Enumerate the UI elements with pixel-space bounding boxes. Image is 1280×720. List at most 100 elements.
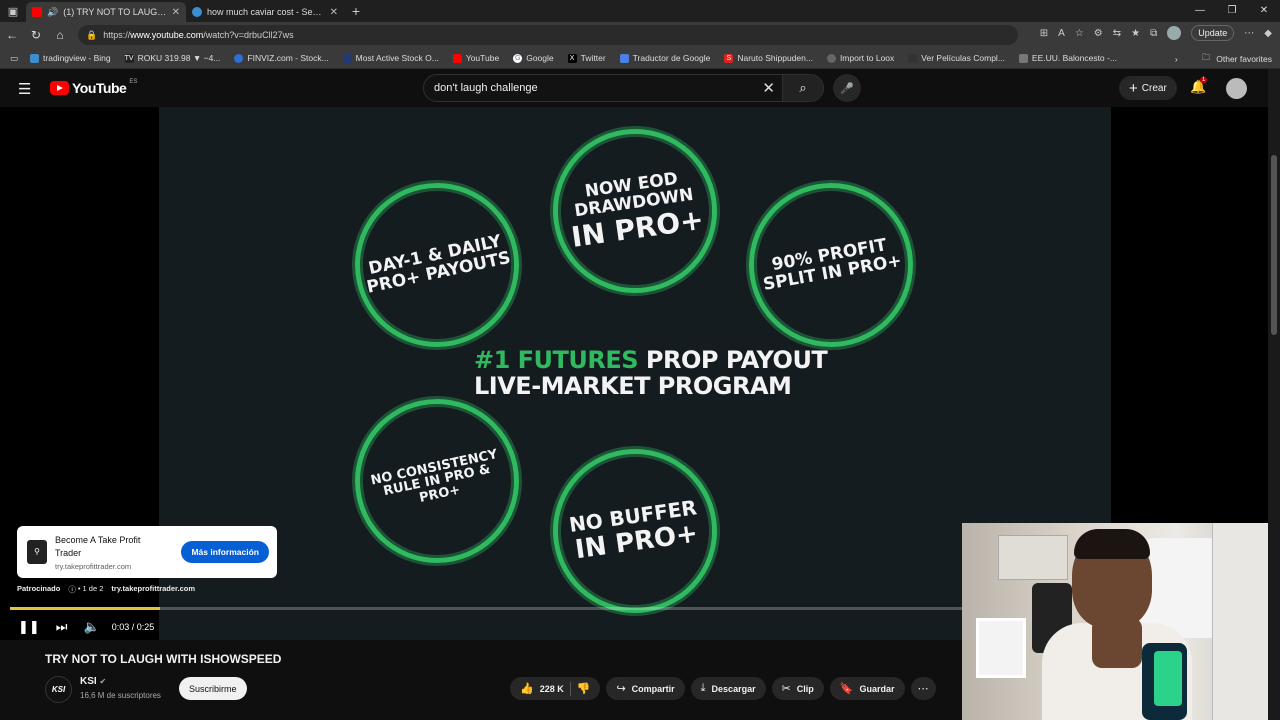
bookmark-naruto[interactable]: S Naruto Shippuden... (724, 53, 813, 63)
collections-icon[interactable]: ⧉ (1150, 28, 1157, 39)
search-icon: ⌕ (799, 80, 807, 95)
like-count[interactable]: 228 K (540, 684, 564, 694)
bookmark-peliculas[interactable]: Ver Películas Compl... (908, 53, 1005, 63)
bookmark-youtube[interactable]: YouTube (452, 53, 499, 63)
bookmark-most-active[interactable]: Most Active Stock O... (342, 53, 439, 63)
wall-frame (976, 618, 1026, 678)
apps-icon[interactable]: ⊞ (1040, 28, 1048, 39)
toolbar-icons: ⊞ A ☆ ⚙ ⇆ ★ ⧉ Update ⋯ ◆ (1040, 25, 1272, 41)
bookmarks-bar: ▭ tradingview - Bing TV ROKU 319.98 ▼ −4.… (0, 48, 1280, 69)
close-tab-icon[interactable]: ✕ (172, 7, 180, 18)
next-icon[interactable]: ⏭ (56, 619, 68, 635)
new-tab-button[interactable]: + (344, 3, 368, 19)
scroll-thumb[interactable] (1271, 155, 1277, 335)
other-favorites[interactable]: Other favorites (1216, 54, 1272, 64)
ad-meta-url[interactable]: try.takeprofittrader.com (111, 584, 195, 595)
pause-icon[interactable]: ❚❚ (18, 619, 40, 635)
tab-youtube[interactable]: 🔊 (1) TRY NOT TO LAUGH WITH ISHOWSPEED ✕ (26, 2, 186, 22)
search-favicon-icon (192, 7, 202, 17)
copilot-icon[interactable]: ◆ (1264, 28, 1272, 39)
ad-card[interactable]: ⚲ Become A Take Profit Trader try.takepr… (17, 526, 277, 578)
page-scrollbar[interactable] (1268, 69, 1280, 720)
phone-screen (1154, 651, 1182, 706)
scissors-icon: ✂ (781, 683, 791, 695)
extensions-icon[interactable]: ⚙ (1094, 28, 1103, 39)
close-window-icon[interactable]: ✕ (1248, 0, 1280, 22)
bing-icon (30, 53, 40, 63)
share-button[interactable]: ↪ Compartir (606, 677, 685, 700)
bookmark-google[interactable]: G Google (513, 53, 554, 63)
ad-more-info-button[interactable]: Más información (181, 541, 269, 563)
home-icon[interactable]: ⌂ (48, 28, 72, 42)
more-horizontal-icon: ⋯ (917, 683, 929, 695)
tab-title: (1) TRY NOT TO LAUGH WITH ISHOWSPEED (63, 7, 166, 17)
youtube-favicon-icon (32, 7, 42, 17)
volume-icon[interactable]: 🔈 (84, 619, 100, 635)
tab-search[interactable]: how much caviar cost - Search ✕ (186, 2, 344, 22)
dislike-icon[interactable]: 👎 (577, 682, 591, 695)
like-icon[interactable]: 👍 (520, 682, 534, 695)
read-aloud-icon[interactable]: A (1058, 28, 1065, 39)
translate-icon (619, 53, 629, 63)
tab-actions-icon[interactable]: ▣ (0, 0, 26, 22)
tradingview-icon: TV (124, 53, 134, 63)
account-avatar[interactable] (1226, 78, 1247, 99)
url-bar[interactable]: 🔒 https://www.youtube.com/watch?v=drbuCl… (78, 25, 1018, 45)
info-icon[interactable]: ⓘ (68, 584, 76, 595)
clip-button[interactable]: ✂ Clip (771, 677, 824, 700)
minimize-icon[interactable]: — (1184, 0, 1216, 22)
movie-icon (908, 53, 918, 63)
download-button[interactable]: ⤓ Descargar (690, 677, 766, 700)
channel-avatar[interactable]: KSI (45, 676, 72, 703)
more-icon[interactable]: ⋯ (1244, 28, 1254, 39)
bookmark-finviz[interactable]: FINVIZ.com - Stock... (234, 53, 329, 63)
search-query: don't laugh challenge (434, 82, 538, 94)
google-icon: G (513, 53, 523, 63)
globe-icon (826, 53, 836, 63)
bookmark-baloncesto[interactable]: EE.UU. Baloncesto -... (1018, 53, 1117, 63)
search-button[interactable]: ⌕ (782, 74, 824, 102)
clear-search-icon[interactable]: ✕ (762, 79, 775, 97)
menu-icon[interactable]: ☰ (18, 80, 31, 98)
bookmark-roku[interactable]: TV ROKU 319.98 ▼ −4... (124, 53, 220, 63)
bookmark-bar-icon[interactable]: ▭ (10, 53, 18, 64)
region-code: ES (129, 79, 138, 85)
stamp-eod-drawdown: NOW EOD DRAWDOWN IN PRO+ (542, 118, 728, 304)
maximize-icon[interactable]: ❐ (1216, 0, 1248, 22)
share-icon: ↪ (616, 683, 626, 695)
bookmark-twitter[interactable]: X Twitter (567, 53, 606, 63)
audio-icon[interactable]: 🔊 (47, 7, 58, 18)
favorites-icon[interactable]: ★ (1131, 28, 1140, 39)
video-actions: 👍 228 K 👎 ↪ Compartir ⤓ Descargar ✂ Clip… (510, 677, 936, 700)
sponsored-label: Patrocinado (17, 584, 61, 593)
youtube-logo[interactable]: YouTube ES (50, 79, 138, 96)
ad-url: try.takeprofittrader.com (55, 561, 132, 571)
favorite-star-icon[interactable]: ☆ (1075, 28, 1084, 39)
search-input[interactable]: don't laugh challenge ✕ (423, 74, 784, 102)
create-button[interactable]: + Crear (1119, 76, 1177, 100)
stamp-day1-payouts: DAY-1 & DAILY PRO+ PAYOUTS (339, 167, 535, 363)
channel-name[interactable]: KSI ✔ (80, 676, 106, 687)
lock-icon: 🔒 (86, 29, 98, 40)
webcam-overlay (962, 523, 1268, 720)
youtube-play-icon (50, 81, 69, 95)
chevron-right-icon[interactable]: › (1175, 54, 1178, 64)
refresh-icon[interactable]: ↻ (24, 28, 48, 42)
profile-avatar[interactable] (1167, 26, 1182, 40)
split-screen-icon[interactable]: ⇆ (1113, 28, 1121, 39)
back-icon[interactable]: ← (0, 28, 24, 42)
youtube-wordmark: YouTube (72, 80, 127, 96)
subscribe-button[interactable]: Suscribirme (179, 677, 247, 700)
bookmark-translate[interactable]: Traductor de Google (619, 53, 710, 63)
stock-icon (342, 53, 352, 63)
save-button[interactable]: 🔖 Guardar (829, 677, 905, 700)
window-controls: — ❐ ✕ (1184, 0, 1280, 22)
bookmark-tradingview[interactable]: tradingview - Bing (30, 53, 111, 63)
close-tab-icon[interactable]: ✕ (330, 7, 338, 18)
plus-icon: + (1129, 79, 1138, 97)
voice-search-button[interactable]: 🎤 (833, 74, 861, 102)
more-actions-button[interactable]: ⋯ (910, 677, 936, 700)
folder-icon: 🗀 (1201, 51, 1211, 62)
update-button[interactable]: Update (1191, 25, 1235, 41)
bookmark-loox[interactable]: Import to Loox (826, 53, 894, 63)
